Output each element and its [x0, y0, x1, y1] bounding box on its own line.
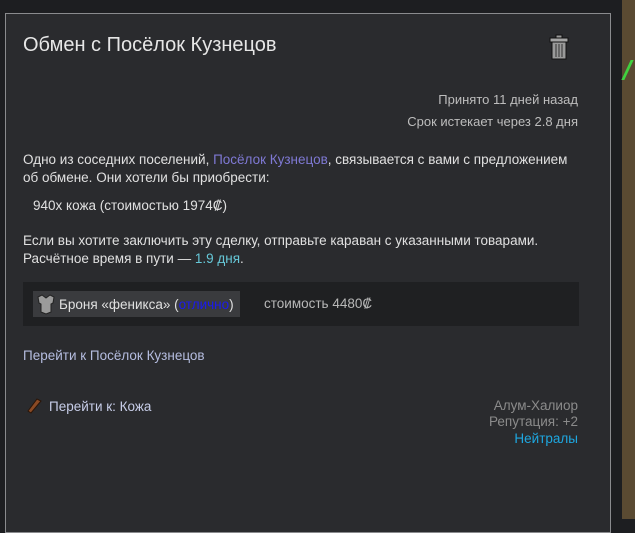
- offer-row: Броня «феникса» (отлично) стоимость 4480…: [23, 282, 579, 326]
- desc-text: Одно из соседних поселений,: [23, 152, 214, 167]
- offer-cost: стоимость 4480₡: [264, 296, 373, 311]
- plant-icon: [621, 60, 635, 80]
- armor-icon: [33, 291, 59, 317]
- leather-icon: [25, 396, 43, 417]
- offer-item-close: ): [229, 296, 234, 312]
- travel-text: Если вы хотите заключить эту сделку, отп…: [23, 233, 539, 266]
- faction-relation: Нейтралы: [514, 431, 578, 446]
- settlement-link[interactable]: Посёлок Кузнецов: [213, 152, 328, 167]
- goto-item-label: Перейти к: Кожа: [49, 399, 152, 414]
- offer-item-quality: отлично: [178, 296, 230, 312]
- goto-settlement-link[interactable]: Перейти к Посёлок Кузнецов: [23, 348, 205, 363]
- world-map-edge: [621, 0, 635, 519]
- offer-item[interactable]: Броня «феникса» (отлично): [33, 291, 240, 317]
- accepted-time: Принято 11 дней назад: [438, 92, 578, 107]
- faction-reputation: Репутация: +2: [489, 414, 578, 429]
- travel-description: Если вы хотите заключить эту сделку, отп…: [23, 232, 583, 268]
- trash-icon[interactable]: [549, 34, 569, 60]
- trade-request-panel: Обмен с Посёлок Кузнецов Принято 11 дней…: [5, 13, 611, 533]
- faction-name: Алум-Халиор: [493, 398, 578, 413]
- wanted-item: 940x кожа (стоимостью 1974₡): [33, 198, 227, 213]
- expiry-time: Срок истекает через 2.8 дня: [407, 114, 578, 129]
- goto-item-link[interactable]: Перейти к: Кожа: [25, 396, 151, 417]
- offer-item-name: Броня «феникса» (: [59, 296, 179, 312]
- travel-text-end: .: [240, 251, 244, 266]
- travel-time: 1.9 дня: [194, 251, 241, 266]
- description: Одно из соседних поселений, Посёлок Кузн…: [23, 151, 583, 187]
- panel-title: Обмен с Посёлок Кузнецов: [23, 34, 277, 56]
